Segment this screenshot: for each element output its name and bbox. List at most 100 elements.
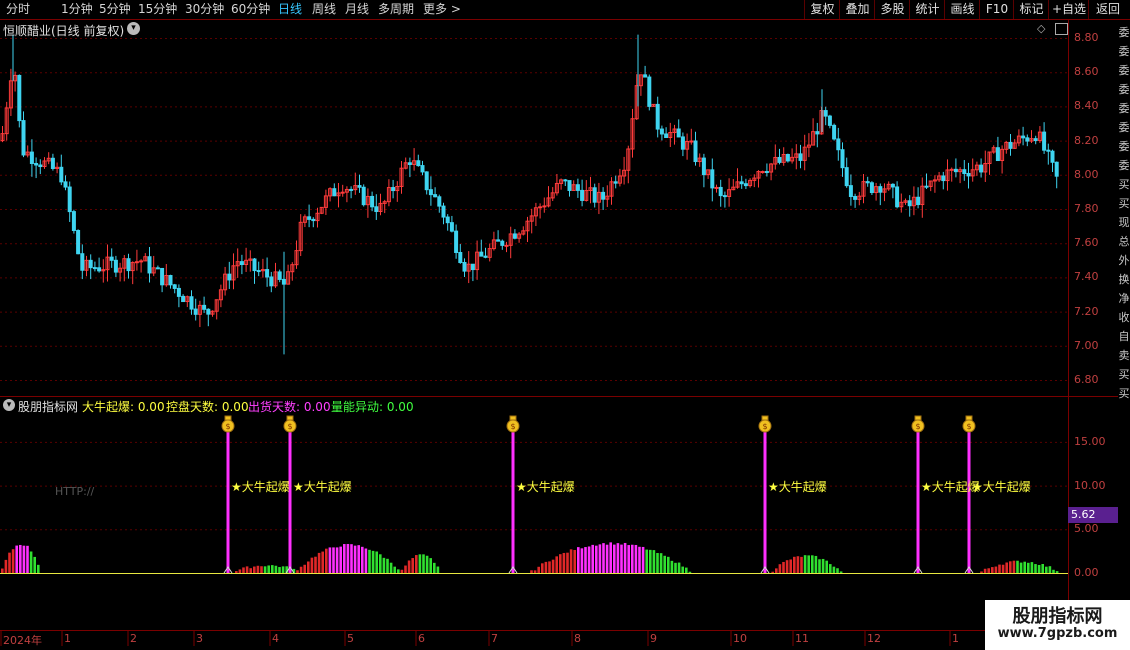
candle-body	[63, 181, 68, 188]
candle-body	[647, 76, 652, 107]
candle-body	[424, 171, 429, 191]
candle-body	[504, 244, 509, 247]
volume-bar	[616, 543, 620, 573]
candle-body	[567, 180, 572, 191]
volume-bar	[1045, 566, 1048, 573]
candle-body	[840, 149, 845, 169]
candle-body	[483, 255, 488, 258]
candle-body	[701, 157, 706, 176]
candle-body	[995, 147, 1000, 162]
candle-body	[29, 151, 34, 165]
volume-bar	[343, 544, 346, 573]
volume-bar	[238, 569, 242, 573]
candle-body	[113, 259, 118, 273]
volume-bar	[667, 556, 670, 573]
candle-body	[50, 157, 55, 169]
candle-body	[172, 284, 177, 289]
volume-bar	[839, 571, 843, 573]
indicator-name: 股朋指标网	[18, 400, 79, 414]
volume-bar	[296, 570, 299, 573]
price-tick-label: 6.80	[1074, 373, 1099, 386]
title-dropdown-icon[interactable]: ▾	[127, 22, 140, 35]
quote-strip-char: 买	[1118, 368, 1130, 381]
indicator-tick-label: 10.00	[1074, 478, 1106, 492]
volume-bar	[609, 542, 612, 573]
volume-bar	[775, 568, 778, 573]
stock-title: 恒顺醋业(日线 前复权)	[3, 24, 125, 38]
volume-bar	[418, 554, 422, 573]
diamond-icon[interactable]: ◇	[1037, 22, 1045, 35]
volume-bar	[15, 545, 18, 573]
volume-bar	[652, 550, 656, 573]
volume-bar	[235, 571, 238, 573]
volume-bar	[602, 543, 605, 573]
volume-bar	[37, 564, 40, 573]
candle-body	[865, 181, 870, 184]
candle-body	[189, 296, 194, 310]
candle-body	[832, 124, 837, 140]
candle-body	[1050, 150, 1055, 163]
volume-bar	[8, 552, 11, 573]
candle-body	[563, 179, 568, 182]
volume-bar	[346, 543, 350, 573]
candle-body	[357, 185, 362, 188]
volume-bar	[627, 545, 630, 573]
volume-bar	[11, 549, 15, 573]
price-tick-label: 8.20	[1074, 133, 1099, 147]
volume-bar	[811, 555, 814, 573]
volume-bar	[778, 564, 782, 573]
candle-body	[613, 181, 618, 184]
watermark-title: 股朋指标网	[1012, 606, 1103, 627]
volume-bar	[404, 565, 407, 573]
candle-body	[407, 162, 412, 165]
window-toggle-icon[interactable]	[1055, 23, 1068, 35]
volume-bar	[411, 558, 414, 573]
volume-bar	[1048, 566, 1052, 573]
volume-bar	[314, 556, 317, 573]
volume-bar	[386, 558, 389, 573]
time-axis-label: 10	[733, 632, 747, 645]
volume-bar	[375, 551, 378, 573]
volume-bar	[623, 542, 627, 573]
time-axis-label: 2	[130, 632, 137, 645]
volume-bar	[321, 551, 324, 573]
candle-body	[949, 168, 954, 171]
candle-body	[374, 206, 379, 212]
candle-body	[239, 261, 244, 266]
signal-label: ★大牛起爆	[231, 480, 290, 494]
candle-body	[878, 186, 883, 193]
volume-bar	[263, 566, 267, 573]
volume-bar	[422, 554, 425, 573]
volume-bar	[638, 546, 641, 573]
volume-bar	[415, 555, 418, 573]
chart-canvas[interactable]: $ $ $ $ $ $	[0, 0, 1130, 650]
volume-bar	[555, 556, 558, 573]
time-axis-label: 2024年	[3, 634, 42, 647]
indicator-dropdown-icon[interactable]: ▾	[3, 399, 15, 411]
candle-body	[227, 273, 232, 281]
volume-bar	[566, 552, 569, 573]
volume-bar	[825, 560, 828, 573]
candle-body	[361, 186, 366, 206]
candle-body	[538, 206, 543, 209]
volume-bar	[569, 549, 573, 573]
candle-body	[71, 211, 76, 231]
watermark-url: www.7gpzb.com	[997, 626, 1118, 641]
svg-text:$: $	[510, 422, 515, 431]
volume-bar	[1019, 562, 1023, 573]
candle-body	[496, 239, 501, 242]
indicator-value-liangneng: 量能异动: 0.00	[331, 400, 414, 414]
volume-bar	[641, 546, 645, 573]
signal-label: ★大牛起爆	[921, 480, 980, 494]
candle-body	[1025, 137, 1030, 142]
candle-body	[479, 251, 484, 257]
quote-strip-char: 外	[1118, 254, 1130, 267]
volume-bar	[33, 556, 36, 573]
volume-bar	[245, 566, 249, 573]
candle-body	[1054, 161, 1059, 177]
volume-bar	[382, 557, 386, 573]
price-tick-label: 7.40	[1074, 270, 1099, 284]
money-bag-icon: $	[221, 415, 235, 433]
volume-bar	[814, 555, 818, 573]
candle-body	[1008, 141, 1013, 149]
